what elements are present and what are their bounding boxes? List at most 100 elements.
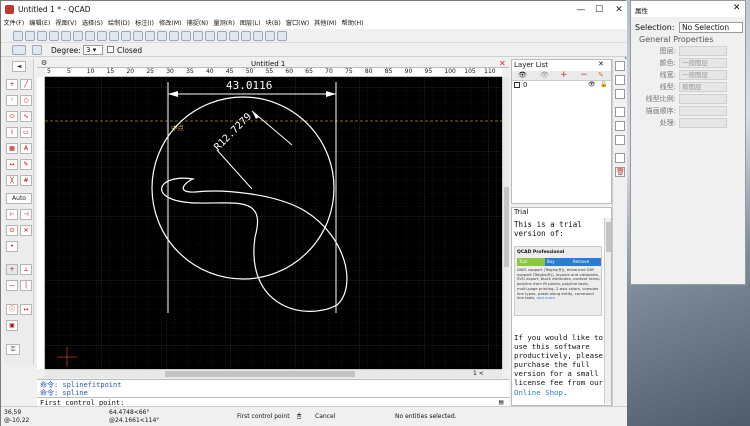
arc-tool-icon[interactable]: ◜ <box>6 95 18 106</box>
dimension-text[interactable]: 43.0116 <box>226 79 272 92</box>
menu-snap[interactable]: 捕捉(N) <box>184 19 211 29</box>
line-weight-icon[interactable] <box>193 31 203 41</box>
paste-icon[interactable] <box>157 31 167 41</box>
point-tool-icon[interactable]: + <box>6 79 18 90</box>
document-tab-title[interactable]: Untitled 1 <box>251 60 285 68</box>
trial-tab-remove[interactable]: Remove <box>571 258 601 266</box>
snap-reference-icon[interactable]: • <box>6 241 18 252</box>
menu-misc[interactable]: 其他(M) <box>312 19 340 29</box>
zoom-auto-icon[interactable] <box>241 31 251 41</box>
menu-view[interactable]: 视图(V) <box>53 19 79 29</box>
dock-tool-icon-6[interactable] <box>615 135 625 145</box>
hide-all-icon[interactable]: 👁 <box>540 71 549 79</box>
zoom-window-icon[interactable] <box>265 31 275 41</box>
closed-checkbox[interactable] <box>107 46 114 53</box>
copy-icon[interactable] <box>145 31 155 41</box>
red-pen-icon[interactable] <box>169 31 179 41</box>
spline-options-icon[interactable] <box>32 45 42 55</box>
rectangle-tool-icon[interactable]: ▭ <box>20 127 32 138</box>
grid-icon[interactable] <box>205 31 215 41</box>
undo-icon[interactable] <box>97 31 107 41</box>
menu-window[interactable]: 窗口(W) <box>283 19 311 29</box>
new-file-icon[interactable] <box>25 31 35 41</box>
save-icon[interactable] <box>49 31 59 41</box>
remove-layer-icon[interactable]: − <box>580 71 588 80</box>
save-as-icon[interactable] <box>61 31 71 41</box>
trial-scroll-thumb[interactable] <box>606 222 611 252</box>
snap-midpoint-icon[interactable]: ⊣ <box>20 209 32 220</box>
drawing-canvas[interactable]: 中点 43.0116 R12.7279 <box>45 77 502 369</box>
dock-tool-icon-4[interactable] <box>615 107 625 117</box>
property-value-field[interactable] <box>679 94 727 104</box>
menu-select[interactable]: 选择(S) <box>79 19 105 29</box>
snap-free-icon[interactable]: ╳ <box>6 175 18 186</box>
menu-layer[interactable]: 图层(L) <box>237 19 263 29</box>
properties-close-icon[interactable]: ✕ <box>733 3 741 13</box>
hatch-tool-icon[interactable]: ▦ <box>6 143 18 154</box>
measure-tool-icon[interactable]: ↦ <box>20 304 32 315</box>
selection-dropdown[interactable]: No Selection <box>679 22 743 33</box>
menu-modify[interactable]: 修改(M) <box>156 19 184 29</box>
modify-tool-icon[interactable]: ✎ <box>20 159 32 170</box>
snap-vertical-icon[interactable]: │ <box>20 280 32 291</box>
zoom-in-icon[interactable] <box>217 31 227 41</box>
print-icon[interactable] <box>73 31 83 41</box>
dock-tool-icon-1[interactable] <box>615 61 625 71</box>
snap-grid-icon[interactable]: # <box>20 175 32 186</box>
menu-draw[interactable]: 绘制(D) <box>105 19 132 29</box>
dock-tool-icon-7[interactable] <box>615 153 625 163</box>
property-value-field[interactable] <box>679 118 727 128</box>
layer-visibility-icon[interactable]: 👁 <box>588 81 596 88</box>
info-tool-icon[interactable]: ⓘ <box>6 304 18 315</box>
spline-tool-button-icon[interactable]: ∿ <box>20 111 32 122</box>
snap-restrict-icon[interactable]: + <box>6 264 18 275</box>
edit-layer-icon[interactable]: ✎ <box>598 71 604 79</box>
cut-icon[interactable] <box>133 31 143 41</box>
open-file-icon[interactable] <box>37 31 47 41</box>
snap-center-icon[interactable]: ⊙ <box>6 225 18 236</box>
auto-snap-button[interactable]: Auto <box>6 193 32 204</box>
layer-row[interactable]: 0 👁 🔓 <box>514 81 610 91</box>
layer-panel-close-icon[interactable]: ✕ <box>598 60 604 68</box>
zoom-previous-icon[interactable] <box>253 31 263 41</box>
property-value-field[interactable] <box>679 46 727 56</box>
menu-block[interactable]: 块(B) <box>263 19 283 29</box>
command-menu-icon[interactable]: ▤ <box>499 398 503 406</box>
snap-intersection-icon[interactable]: ✕ <box>20 225 32 236</box>
dock-tool-icon-2[interactable] <box>615 75 625 85</box>
dock-tool-icon-3[interactable] <box>615 89 625 99</box>
zoom-pan-icon[interactable] <box>277 31 287 41</box>
menu-edit[interactable]: 编辑(E) <box>27 19 53 29</box>
vertical-scrollbar[interactable] <box>502 77 509 369</box>
trial-tab-trial[interactable]: Trial <box>517 258 545 266</box>
pointer-icon[interactable] <box>13 31 23 41</box>
show-all-icon[interactable]: 👁 <box>518 71 527 79</box>
vertical-scroll-thumb[interactable] <box>504 187 509 267</box>
document-close-icon[interactable]: ✕ <box>499 59 506 68</box>
horizontal-scroll-thumb[interactable] <box>165 371 355 377</box>
snap-endpoint-icon[interactable]: ⊢ <box>6 209 18 220</box>
block-tool-icon[interactable]: ▣ <box>6 320 18 331</box>
property-value-field[interactable] <box>679 106 727 116</box>
horizontal-scrollbar[interactable]: 1 < <box>45 369 502 378</box>
line-tool-icon[interactable]: ╱ <box>20 79 32 90</box>
trial-features-link[interactable]: and more <box>537 295 555 300</box>
polyline-tool-icon[interactable]: ⌇ <box>6 127 18 138</box>
page-nav-text[interactable]: 1 < <box>473 370 484 377</box>
redo-icon[interactable] <box>109 31 119 41</box>
degree-select[interactable]: 3 ▾ <box>83 45 103 55</box>
print-preview-icon[interactable] <box>85 31 95 41</box>
color-swatch-icon[interactable] <box>181 31 191 41</box>
back-arrow-icon[interactable]: ◄ <box>12 61 26 72</box>
menu-measure[interactable]: 量测(R) <box>211 19 238 29</box>
text-tool-icon[interactable]: A <box>20 143 32 154</box>
menu-help[interactable]: 帮助(H) <box>339 19 366 29</box>
ellipse-tool-icon[interactable]: ⬭ <box>6 111 18 122</box>
property-value-field[interactable]: 一按图层 <box>679 70 727 80</box>
online-shop-link[interactable]: Online Shop <box>514 388 563 397</box>
snap-ortho-icon[interactable]: ⟂ <box>20 264 32 275</box>
zoom-out-icon[interactable] <box>229 31 239 41</box>
drawing-svg[interactable]: 中点 43.0116 R12.7279 <box>45 77 502 369</box>
snap-horizontal-icon[interactable]: — <box>6 280 18 291</box>
pen-icon[interactable] <box>121 31 131 41</box>
